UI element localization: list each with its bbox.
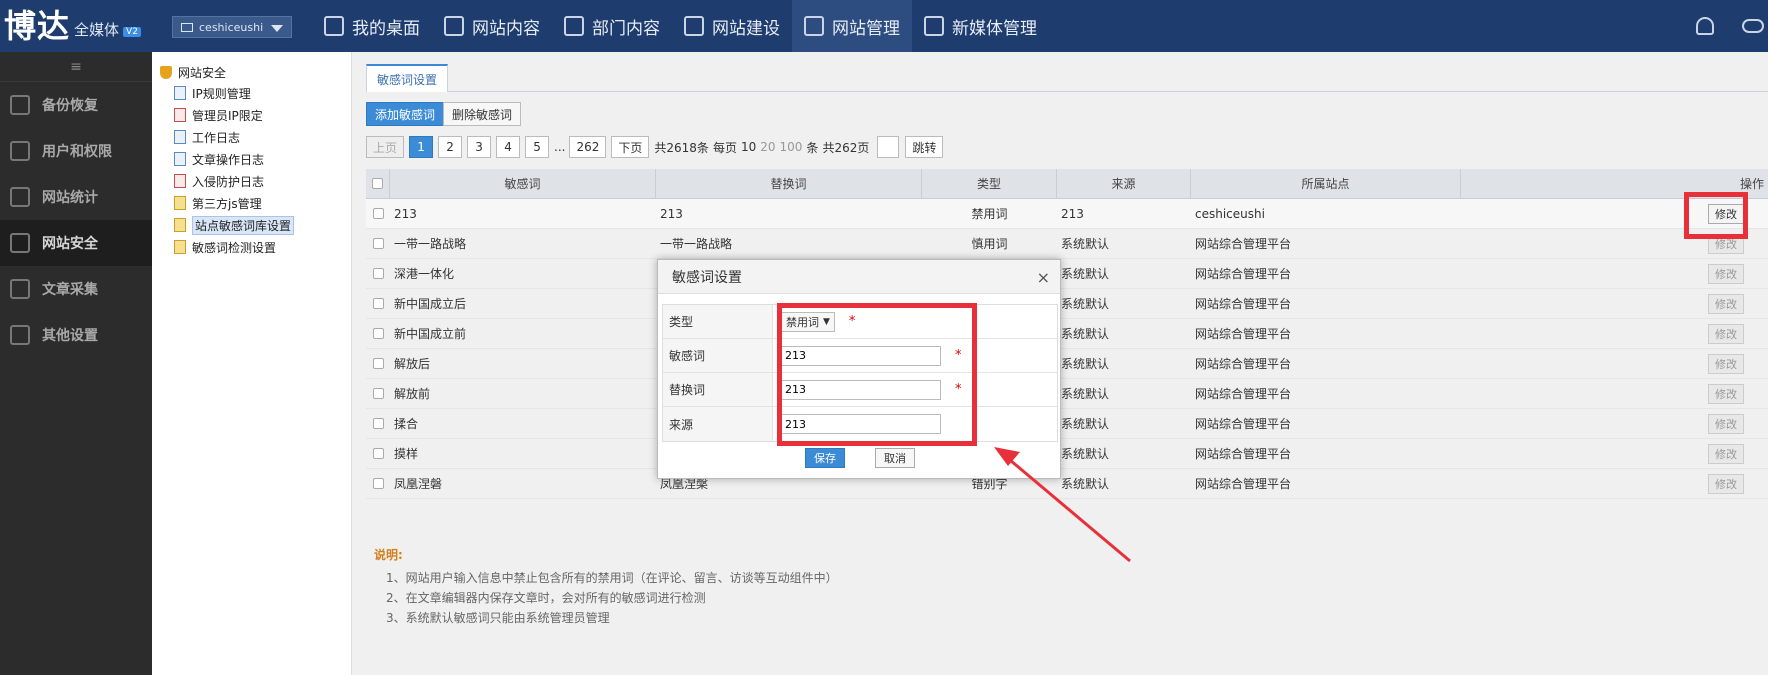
annotation-arrow bbox=[994, 447, 1131, 563]
